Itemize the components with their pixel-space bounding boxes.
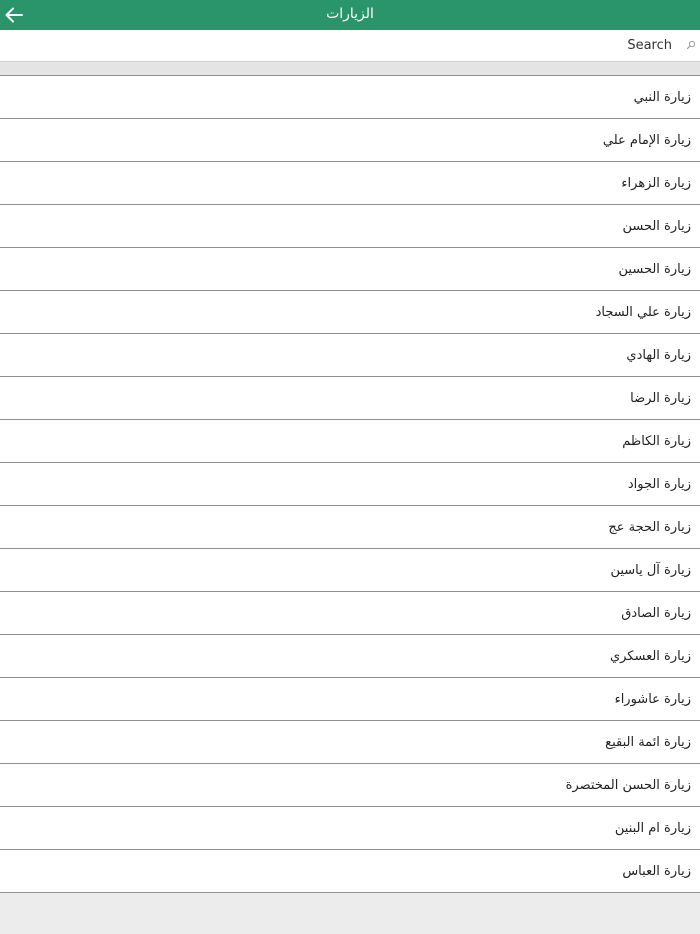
list-item-label: زيارة الكاظم — [622, 433, 691, 449]
list-item[interactable]: زيارة الحسين — [0, 247, 700, 290]
list-item[interactable]: زيارة الحسن المختصرة — [0, 763, 700, 806]
ziyarat-list: زيارة النبي زيارة الإمام علي زيارة الزهراء… — [0, 75, 700, 893]
list-item[interactable]: زيارة الصادق — [0, 591, 700, 634]
list-item[interactable]: زيارة الرضا — [0, 376, 700, 419]
list-item[interactable]: زيارة عاشوراء — [0, 677, 700, 720]
list-item[interactable]: زيارة النبي — [0, 75, 700, 118]
list-item-label: زيارة آل ياسين — [610, 562, 691, 578]
list-item-label: زيارة الزهراء — [621, 175, 691, 191]
list-item-label: زيارة الجواد — [627, 476, 691, 492]
search-icon — [686, 40, 696, 50]
search-input[interactable] — [0, 30, 672, 61]
list-item-label: زيارة الصادق — [621, 605, 691, 621]
list-item[interactable]: زيارة الإمام علي — [0, 118, 700, 161]
list-item[interactable]: زيارة الحسن — [0, 204, 700, 247]
app-header: الزيارات — [0, 0, 700, 30]
list-item[interactable]: زيارة ائمة البقيع — [0, 720, 700, 763]
page-title: الزيارات — [326, 6, 374, 22]
list-item-label: زيارة العسكري — [609, 648, 691, 664]
list-item[interactable]: زيارة الجواد — [0, 462, 700, 505]
list-item-label: زيارة الرضا — [630, 390, 691, 406]
list-item[interactable]: زيارة الهادي — [0, 333, 700, 376]
list-item-label: زيارة علي السجاد — [595, 304, 691, 320]
list-item-label: زيارة الحسن المختصرة — [565, 777, 691, 793]
list-item[interactable]: زيارة الحجة عج — [0, 505, 700, 548]
list-item[interactable]: زيارة علي السجاد — [0, 290, 700, 333]
list-item[interactable]: زيارة آل ياسين — [0, 548, 700, 591]
list-item-label: زيارة النبي — [633, 89, 691, 105]
list-header-divider — [0, 61, 700, 75]
list-item-label: زيارة العباس — [622, 863, 691, 879]
list-item-label: زيارة الحسن — [622, 218, 691, 234]
list-item-label: زيارة الهادي — [626, 347, 691, 363]
list-item-label: زيارة ائمة البقيع — [605, 734, 691, 750]
list-item[interactable]: زيارة الكاظم — [0, 419, 700, 462]
list-item-label: زيارة ام البنين — [614, 820, 691, 836]
list-item[interactable]: زيارة الزهراء — [0, 161, 700, 204]
list-item-label: زيارة عاشوراء — [614, 691, 691, 707]
list-item[interactable]: زيارة ام البنين — [0, 806, 700, 849]
list-item-label: زيارة الإمام علي — [602, 132, 691, 148]
list-item-label: زيارة الحجة عج — [608, 519, 691, 535]
list-item[interactable]: زيارة العسكري — [0, 634, 700, 677]
list-item-label: زيارة الحسين — [618, 261, 691, 277]
search-bar — [0, 30, 700, 61]
list-item[interactable]: زيارة العباس — [0, 849, 700, 893]
